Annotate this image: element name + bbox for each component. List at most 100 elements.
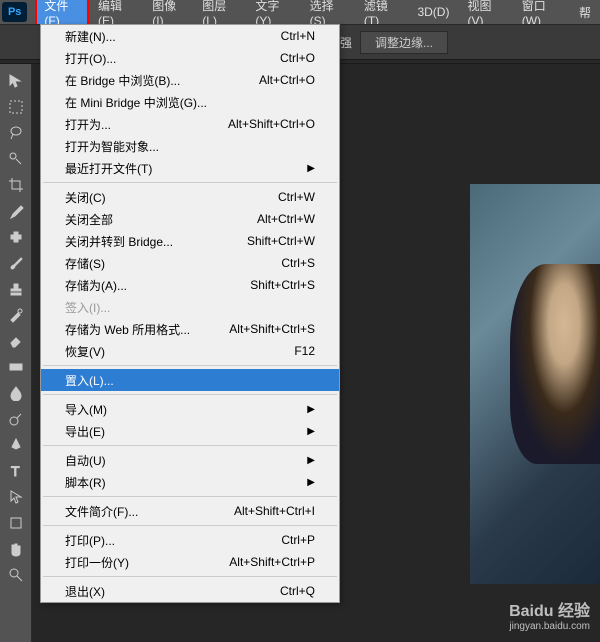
menu-item-label: 签入(I)...: [65, 299, 110, 316]
submenu-arrow-icon: ▶: [307, 477, 315, 488]
blur-tool[interactable]: [4, 381, 28, 405]
watermark-brand: Baidu 经验: [509, 597, 590, 621]
menu-separator: [43, 525, 337, 526]
marquee-tool[interactable]: [4, 95, 28, 119]
pen-tool[interactable]: [4, 433, 28, 457]
zoom-tool[interactable]: [4, 563, 28, 587]
eyedropper-tool[interactable]: [4, 199, 28, 223]
brush-tool[interactable]: [4, 251, 28, 275]
opt-refine-edge[interactable]: 调整边缘...: [360, 31, 448, 54]
hand-tool[interactable]: [4, 537, 28, 561]
menu-item-shortcut: Alt+Ctrl+O: [259, 73, 315, 87]
menu-item-label: 打开(O)...: [65, 50, 116, 67]
menu-item-label: 自动(U): [65, 452, 106, 469]
menu-item[interactable]: 脚本(R) ▶: [41, 471, 339, 493]
quick-select-tool[interactable]: [4, 147, 28, 171]
menu-item[interactable]: 存储为(A)...Shift+Ctrl+S: [41, 274, 339, 296]
menu-item-label: 文件简介(F)...: [65, 503, 138, 520]
menu-item-label: 打印一份(Y): [65, 554, 129, 571]
gradient-tool[interactable]: [4, 355, 28, 379]
menu-item-shortcut: Alt+Shift+Ctrl+O: [228, 117, 315, 131]
menu-item: 签入(I)...: [41, 296, 339, 318]
path-select-tool[interactable]: [4, 485, 28, 509]
menu-item[interactable]: 新建(N)... Ctrl+N: [41, 25, 339, 47]
menu-item[interactable]: 关闭并转到 Bridge...Shift+Ctrl+W: [41, 230, 339, 252]
menu-item-shortcut: Alt+Shift+Ctrl+P: [229, 555, 315, 569]
menu-item-shortcut: Ctrl+N: [281, 29, 315, 43]
menu-separator: [43, 496, 337, 497]
menu-item-label: 导入(M): [65, 401, 107, 418]
toolbar: T: [0, 64, 32, 642]
lasso-tool[interactable]: [4, 121, 28, 145]
menu-item[interactable]: 打印(P)...Ctrl+P: [41, 529, 339, 551]
menu-item-label: 关闭全部: [65, 211, 113, 228]
history-brush-tool[interactable]: [4, 303, 28, 327]
menu-separator: [43, 576, 337, 577]
healing-tool[interactable]: [4, 225, 28, 249]
menu-3d[interactable]: 3D(D): [408, 1, 458, 23]
menu-item-shortcut: Alt+Ctrl+W: [257, 212, 315, 226]
menu-item-shortcut: Ctrl+W: [278, 190, 315, 204]
menu-item-label: 打开为智能对象...: [65, 138, 159, 155]
menu-item[interactable]: 打印一份(Y) Alt+Shift+Ctrl+P: [41, 551, 339, 573]
type-tool[interactable]: T: [4, 459, 28, 483]
menu-item-shortcut: Ctrl+O: [280, 51, 315, 65]
crop-tool[interactable]: [4, 173, 28, 197]
menu-item-label: 在 Mini Bridge 中浏览(G)...: [65, 94, 207, 111]
menu-item-label: 导出(E): [65, 423, 105, 440]
menu-item-shortcut: Ctrl+Q: [280, 584, 315, 598]
svg-text:T: T: [11, 463, 20, 479]
move-tool[interactable]: [4, 69, 28, 93]
menu-item[interactable]: 导出(E) ▶: [41, 420, 339, 442]
menu-item[interactable]: 自动(U)▶: [41, 449, 339, 471]
menu-item-shortcut: Shift+Ctrl+S: [250, 278, 315, 292]
menu-item[interactable]: 文件简介(F)...Alt+Shift+Ctrl+I: [41, 500, 339, 522]
menu-separator: [43, 394, 337, 395]
menu-separator: [43, 365, 337, 366]
menu-item-label: 关闭并转到 Bridge...: [65, 233, 173, 250]
photo-content: [470, 184, 600, 584]
stamp-tool[interactable]: [4, 277, 28, 301]
watermark: Baidu 经验 jingyan.baidu.com: [509, 597, 590, 632]
menu-item[interactable]: 在 Mini Bridge 中浏览(G)...: [41, 91, 339, 113]
menu-item-shortcut: Alt+Shift+Ctrl+S: [229, 322, 315, 336]
menu-item[interactable]: 打开为智能对象...: [41, 135, 339, 157]
menu-item[interactable]: 打开为... Alt+Shift+Ctrl+O: [41, 113, 339, 135]
watermark-url: jingyan.baidu.com: [509, 621, 590, 632]
menu-item-label: 存储(S): [65, 255, 105, 272]
menu-item-label: 关闭(C): [65, 189, 106, 206]
menu-item[interactable]: 存储(S) Ctrl+S: [41, 252, 339, 274]
file-menu-dropdown: 新建(N)... Ctrl+N 打开(O)... Ctrl+O 在 Bridge 中浏览…: [40, 24, 340, 603]
menu-item[interactable]: 存储为 Web 所用格式...Alt+Shift+Ctrl+S: [41, 318, 339, 340]
menu-separator: [43, 445, 337, 446]
menu-item-label: 置入(L)...: [65, 372, 114, 389]
submenu-arrow-icon: ▶: [307, 426, 315, 437]
menu-item-label: 脚本(R): [65, 474, 106, 491]
menu-help[interactable]: 帮: [570, 0, 600, 25]
menu-item-label: 恢复(V): [65, 343, 105, 360]
menu-item[interactable]: 导入(M) ▶: [41, 398, 339, 420]
menu-item[interactable]: 关闭全部 Alt+Ctrl+W: [41, 208, 339, 230]
submenu-arrow-icon: ▶: [307, 404, 315, 415]
app-logo: Ps: [2, 2, 27, 22]
menu-item[interactable]: 最近打开文件(T)▶: [41, 157, 339, 179]
menu-item[interactable]: 打开(O)... Ctrl+O: [41, 47, 339, 69]
menu-item[interactable]: 恢复(V) F12: [41, 340, 339, 362]
menu-item[interactable]: 置入(L)...: [41, 369, 339, 391]
menu-item-label: 最近打开文件(T): [65, 160, 152, 177]
menu-item-label: 退出(X): [65, 583, 105, 600]
menu-item-shortcut: Ctrl+S: [281, 256, 315, 270]
menu-item-label: 在 Bridge 中浏览(B)...: [65, 72, 180, 89]
menu-item[interactable]: 关闭(C) Ctrl+W: [41, 186, 339, 208]
menu-item-label: 新建(N)...: [65, 28, 116, 45]
dodge-tool[interactable]: [4, 407, 28, 431]
menu-item-shortcut: F12: [294, 344, 315, 358]
menu-separator: [43, 182, 337, 183]
menu-item-shortcut: Ctrl+P: [281, 533, 315, 547]
eraser-tool[interactable]: [4, 329, 28, 353]
shape-tool[interactable]: [4, 511, 28, 535]
menu-item-label: 打开为...: [65, 116, 111, 133]
menu-item[interactable]: 在 Bridge 中浏览(B)... Alt+Ctrl+O: [41, 69, 339, 91]
menubar: Ps 文件(F) 编辑(E) 图像(I) 图层(L) 文字(Y) 选择(S) 滤…: [0, 0, 600, 24]
menu-item[interactable]: 退出(X) Ctrl+Q: [41, 580, 339, 602]
